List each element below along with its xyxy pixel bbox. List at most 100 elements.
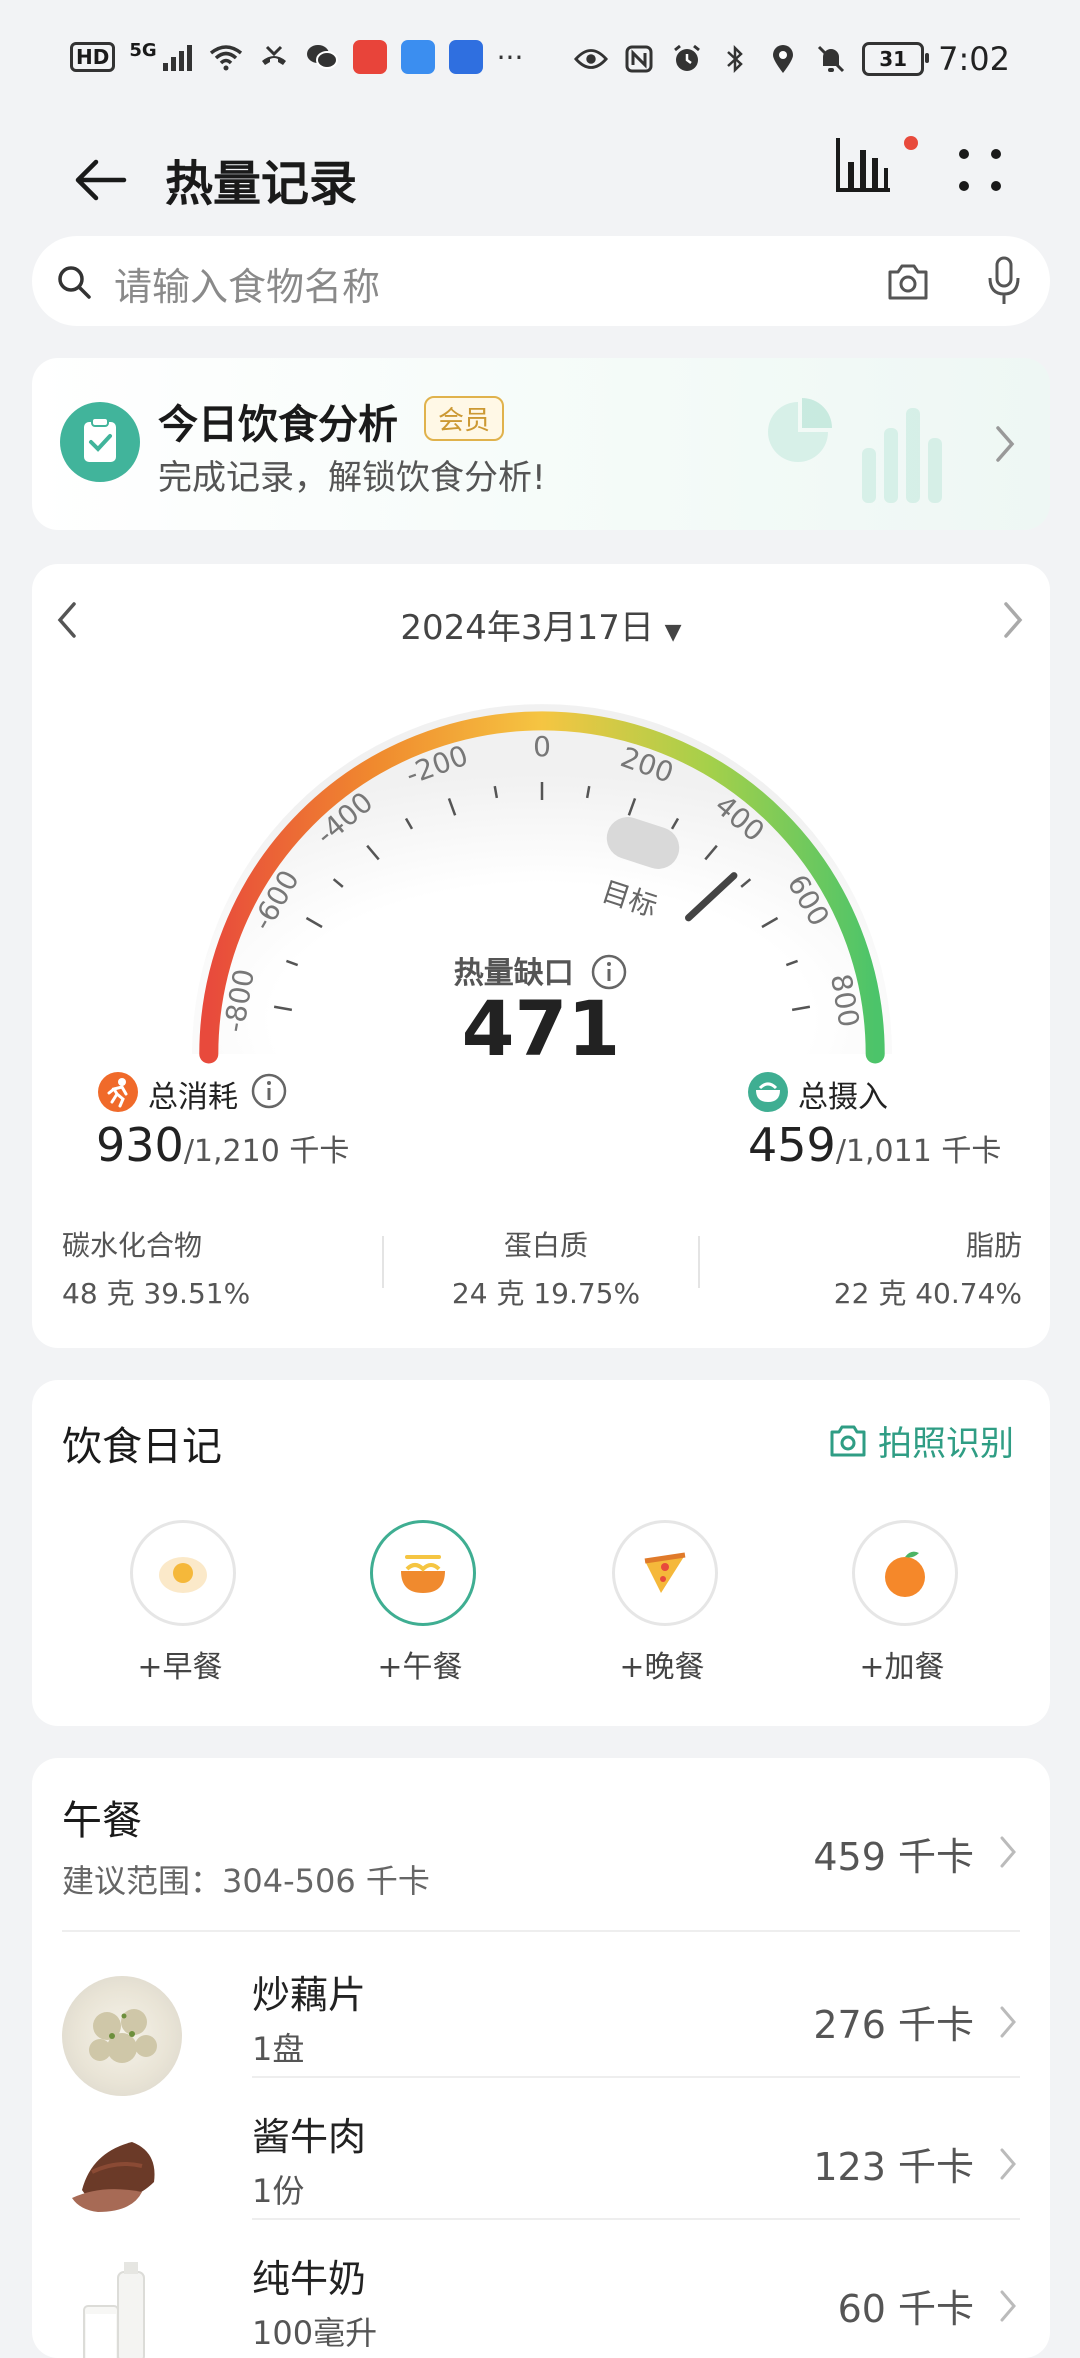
total-burn-label: 总消耗: [148, 1080, 238, 1115]
more-options-button[interactable]: [950, 140, 1010, 200]
photo-recognize-button[interactable]: 拍照识别: [828, 1416, 1014, 1465]
missed-call-icon: [257, 43, 291, 71]
alarm-icon: [670, 44, 704, 73]
notification-dot: [904, 136, 918, 150]
chevron-right-icon: [1000, 2148, 1016, 2180]
diet-analysis-card[interactable]: 今日饮食分析 会员 完成记录，解锁饮食分析!: [32, 358, 1050, 530]
clock: 7:02: [938, 40, 1010, 78]
chevron-right-icon: [1000, 1836, 1016, 1868]
statistics-button[interactable]: [834, 132, 894, 198]
total-burn-value: 930/1,210 千卡: [96, 1118, 349, 1172]
dinner-label: +晚餐: [619, 1650, 705, 1685]
bar-chart-icon: [836, 138, 890, 192]
food-quantity: 1份: [252, 2172, 305, 2210]
gauge-tick-label: 0: [533, 730, 551, 763]
vip-badge: 会员: [424, 396, 505, 441]
total-intake-label: 总摄入: [798, 1080, 888, 1115]
macro-protein: 蛋白质 24 克 19.75%: [446, 1224, 646, 1312]
date-label: 2024年3月17日: [400, 608, 654, 648]
food-calories: 276 千卡: [813, 2003, 974, 2047]
add-snack-button[interactable]: [852, 1520, 958, 1626]
intake-amount: 459: [748, 1118, 836, 1172]
add-breakfast-button[interactable]: [130, 1520, 236, 1626]
deficit-value: 471: [461, 984, 621, 1073]
chevron-right-icon: [1000, 2006, 1016, 2038]
add-lunch-button[interactable]: [370, 1520, 476, 1626]
protein-value: 24 克 19.75%: [451, 1277, 641, 1310]
carbs-label: 碳水化合物: [62, 1229, 203, 1262]
protein-label: 蛋白质: [503, 1229, 588, 1262]
bluetooth-icon: [718, 44, 752, 74]
divider: [252, 2076, 1020, 2078]
signal-icon: [161, 43, 195, 71]
status-bar: HD 5G ··· 31 7:02: [0, 0, 1080, 120]
total-intake-value: 459/1,011 千卡: [748, 1118, 1001, 1172]
chevron-right-icon: [996, 426, 1015, 462]
network-type: 5G: [129, 39, 157, 61]
clipboard-check-icon: [60, 402, 140, 482]
chevron-right-icon: [1000, 2290, 1016, 2322]
egg-icon: [159, 1557, 207, 1593]
food-quantity: 1盘: [252, 2030, 305, 2068]
diary-title: 饮食日记: [62, 1424, 222, 1470]
analysis-subtitle: 完成记录，解锁饮食分析!: [158, 458, 546, 498]
intake-total: /1,011 千卡: [835, 1134, 1002, 1169]
battery-icon: 31: [862, 42, 930, 76]
burn-info-icon[interactable]: [250, 1072, 288, 1110]
search-icon: [58, 266, 91, 299]
bowl-icon: [748, 1072, 788, 1112]
lunch-label: +午餐: [377, 1650, 463, 1685]
pizza-icon: [644, 1552, 686, 1593]
burn-total: /1,210 千卡: [183, 1134, 350, 1169]
food-quantity: 100毫升: [252, 2314, 378, 2352]
date-selector[interactable]: 2024年3月17日 ▼: [32, 600, 1050, 649]
analysis-title: 今日饮食分析: [158, 402, 398, 448]
divider: [62, 1930, 1020, 1932]
food-name: 炒藕片: [252, 1973, 367, 2017]
add-dinner-button[interactable]: [612, 1520, 718, 1626]
macro-divider: [382, 1236, 384, 1288]
snack-label: +加餐: [859, 1650, 945, 1685]
four-dots-icon: [959, 149, 1001, 191]
microphone-icon[interactable]: [984, 254, 1024, 308]
back-button[interactable]: [70, 150, 130, 210]
wifi-icon: [209, 43, 243, 71]
burn-amount: 930: [96, 1118, 184, 1172]
running-icon: [98, 1072, 138, 1112]
calorie-summary-card: 2024年3月17日 ▼ -800 -600 -400 -200 0 200 400 600 8…: [32, 564, 1050, 1348]
app-header: 热量记录: [0, 120, 1080, 230]
braised-beef-image: [62, 2112, 182, 2232]
decorative-chart-icon: [768, 398, 942, 503]
noodle-bowl-icon: [401, 1555, 445, 1593]
lunch-range: 建议范围：304-506 千卡: [62, 1862, 430, 1900]
lunch-total: 459 千卡: [813, 1835, 974, 1879]
photo-recognize-label: 拍照识别: [878, 1424, 1014, 1464]
macro-carbs: 碳水化合物 48 克 39.51%: [62, 1224, 250, 1312]
page-title: 热量记录: [165, 156, 358, 212]
macro-fat: 脂肪 22 克 40.74%: [834, 1224, 1022, 1312]
search-bar[interactable]: 请输入食物名称: [32, 236, 1050, 326]
orange-icon: [885, 1551, 925, 1597]
lunch-card: 午餐 建议范围：304-506 千卡 459 千卡 炒藕片 1盘 276 千卡 …: [32, 1758, 1050, 2358]
hd-badge: HD: [70, 42, 116, 72]
divider: [252, 2218, 1020, 2220]
search-input[interactable]: 请输入食物名称: [114, 256, 380, 311]
macro-divider: [698, 1236, 700, 1288]
camera-icon: [830, 1425, 866, 1456]
nfc-icon: [622, 45, 656, 73]
camera-icon[interactable]: [884, 258, 932, 304]
app-notification-icon-1: [352, 40, 387, 74]
fat-value: 22 克 40.74%: [833, 1277, 1022, 1310]
food-calories: 60 千卡: [837, 2287, 974, 2331]
next-day-button[interactable]: [998, 598, 1028, 642]
mute-icon: [814, 45, 848, 73]
food-name: 纯牛奶: [252, 2257, 367, 2301]
food-calories: 123 千卡: [813, 2145, 974, 2189]
carbs-value: 48 克 39.51%: [62, 1277, 251, 1310]
app-notification-icon-2: [448, 40, 483, 74]
location-icon: [766, 45, 800, 73]
food-name: 酱牛肉: [252, 2115, 367, 2159]
dropdown-triangle-icon: ▼: [664, 620, 682, 645]
weather-app-icon: [400, 40, 435, 74]
lunch-title: 午餐: [62, 1798, 142, 1844]
